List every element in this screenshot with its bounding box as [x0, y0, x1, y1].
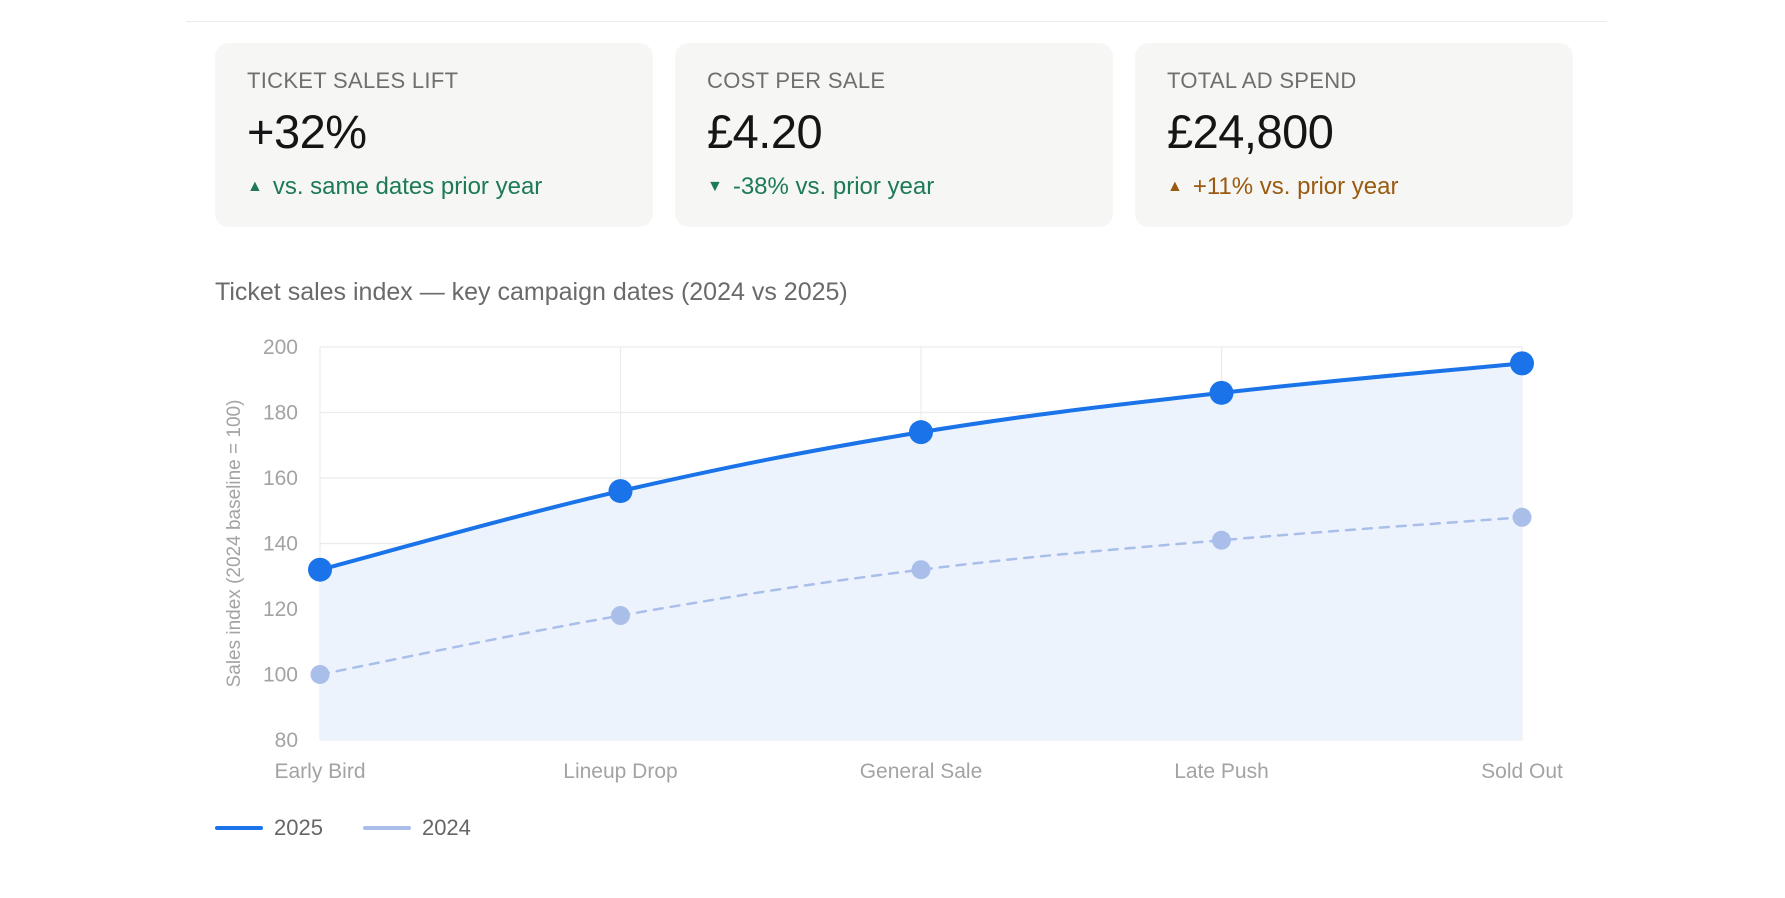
y-axis-title: Sales index (2024 baseline = 100): [224, 400, 245, 688]
data-point-2025: [1510, 351, 1534, 376]
legend-item-2024[interactable]: 2024: [362, 815, 471, 841]
data-point-2024: [1212, 530, 1231, 550]
legend-swatch-2024: [362, 826, 411, 830]
x-tick-label: General Sale: [860, 760, 983, 783]
data-point-2024: [611, 606, 630, 626]
y-tick-label: 140: [263, 533, 298, 556]
data-point-2025: [308, 557, 332, 582]
legend-swatch-2025: [215, 826, 263, 830]
y-tick-label: 120: [263, 598, 298, 621]
data-point-2024: [911, 560, 931, 580]
y-tick-label: 160: [263, 467, 298, 490]
x-tick-label: Late Push: [1174, 760, 1269, 783]
y-tick-label: 180: [263, 402, 298, 425]
data-point-2024: [1512, 507, 1532, 527]
x-tick-label: Early Bird: [274, 760, 365, 783]
data-point-2024: [310, 665, 330, 684]
line-chart: 200 180 160 140 120 100 80 Early Bird Lineup Dro…: [224, 336, 1563, 783]
y-tick-label: 200: [263, 336, 298, 359]
y-tick-label: 80: [275, 729, 298, 752]
y-tick-label: 100: [263, 664, 298, 687]
legend-label: 2024: [421, 815, 471, 840]
data-point-2025: [909, 420, 933, 445]
data-point-2025: [1209, 380, 1234, 405]
chart-legend: 2025 2024: [215, 815, 511, 841]
x-tick-label: Lineup Drop: [563, 760, 677, 783]
data-point-2025: [608, 479, 633, 504]
x-tick-label: Sold Out: [1481, 760, 1563, 783]
legend-label: 2025: [274, 815, 323, 840]
legend-item-2025[interactable]: 2025: [215, 815, 323, 841]
